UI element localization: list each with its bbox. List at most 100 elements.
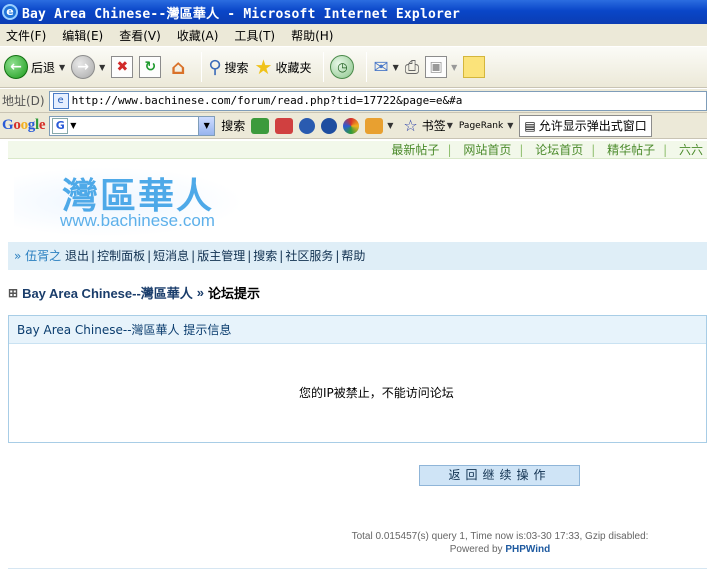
globe-icon[interactable]: [299, 117, 316, 134]
home-button[interactable]: ⌂: [167, 51, 189, 83]
address-url[interactable]: http://www.bachinese.com/forum/read.php?…: [72, 94, 463, 107]
autofill-icon[interactable]: [365, 117, 384, 134]
print-button[interactable]: ⎙: [405, 51, 419, 83]
photo-icon[interactable]: [275, 117, 294, 134]
notice-box: Bay Area Chinese--灣區華人 提示信息 您的IP被禁止，不能访问…: [8, 315, 707, 443]
forward-button[interactable]: → ▼: [71, 51, 105, 83]
popup-window-icon: ▤: [524, 118, 536, 133]
return-button[interactable]: 返回继续操作: [419, 465, 580, 486]
pagerank-label[interactable]: PageRank: [459, 121, 503, 131]
bookmarks-button[interactable]: 书签: [422, 117, 446, 134]
link-latest-posts[interactable]: 最新帖子: [391, 143, 439, 157]
toolbar-separator: [323, 52, 325, 82]
stop-button[interactable]: ✖: [111, 51, 134, 83]
site-logo[interactable]: 灣區華人 www.bachinese.com: [14, 167, 244, 237]
history-button[interactable]: ◷: [330, 51, 355, 83]
earth-icon[interactable]: [321, 117, 338, 134]
home-icon: ⌂: [171, 55, 186, 79]
notice-text: 您的IP被禁止，不能访问论坛: [299, 386, 454, 400]
star-icon: ★: [254, 55, 273, 79]
picasa-icon[interactable]: [343, 117, 360, 134]
ie-logo-icon: e: [2, 4, 18, 20]
page-icon: e: [52, 92, 69, 109]
nav-logout[interactable]: 退出: [65, 249, 89, 263]
powered-by-label: Powered by: [449, 544, 503, 555]
logo-url-text: www.bachinese.com: [60, 211, 215, 230]
breadcrumb-separator: »: [196, 285, 205, 300]
back-dropdown-icon[interactable]: ▼: [59, 63, 65, 72]
mail-button[interactable]: ✉ ▼: [373, 51, 398, 83]
news-icon[interactable]: [251, 117, 270, 134]
edit-dropdown-icon[interactable]: ▼: [451, 63, 457, 72]
search-icon: ⚲: [208, 56, 222, 78]
menu-edit[interactable]: 编辑(E): [62, 27, 103, 44]
nav-control-panel[interactable]: 控制面板: [97, 249, 145, 263]
top-links: 最新帖子 | 网站首页 | 论坛首页 | 精华帖子 | 六六: [8, 141, 707, 159]
user-navbar: » 伍胥之 退出 | 控制面板 | 短消息 | 版主管理 | 搜索 | 社区服务 | 帮助: [8, 242, 707, 270]
pagerank-dropdown-icon[interactable]: ▼: [507, 121, 513, 130]
google-toolbar: Google G ▼ ▼ 搜索 ▼ ☆ 书签 ▼ PageRank ▼ ▤ 允许…: [0, 113, 707, 139]
breadcrumb-current: 论坛提示: [208, 286, 261, 301]
breadcrumb-forum[interactable]: Bay Area Chinese--灣區華人: [22, 283, 193, 302]
google-search-dropdown-icon[interactable]: ▼: [198, 116, 215, 135]
breadcrumb: ⊞ Bay Area Chinese--灣區華人 » 论坛提示: [8, 283, 260, 302]
address-field[interactable]: e http://www.bachinese.com/forum/read.ph…: [48, 90, 707, 111]
window-titlebar: e Bay Area Chinese--灣區華人 - Microsoft Int…: [0, 0, 707, 24]
link-featured-posts[interactable]: 精华帖子: [607, 143, 655, 157]
back-label: 后退: [31, 60, 56, 75]
notice-header: Bay Area Chinese--灣區華人 提示信息: [9, 316, 706, 344]
nav-help[interactable]: 帮助: [341, 249, 365, 263]
history-icon: ◷: [330, 55, 355, 79]
menu-file[interactable]: 文件(F): [6, 27, 46, 44]
more-dropdown-icon[interactable]: ▼: [387, 121, 393, 130]
link-more[interactable]: 六六: [679, 143, 703, 157]
nav-messages[interactable]: 短消息: [153, 249, 189, 263]
footer-powered: Powered by PHPWind: [340, 543, 660, 556]
favorites-button[interactable]: ★ 收藏夹: [255, 51, 312, 83]
forward-dropdown-icon[interactable]: ▼: [99, 63, 105, 72]
edit-button[interactable]: ▣ ▼: [425, 51, 457, 83]
google-g-dropdown-icon[interactable]: ▼: [70, 121, 76, 130]
menu-help[interactable]: 帮助(H): [291, 27, 333, 44]
footer-stats: Total 0.015457(s) query 1, Time now is:0…: [351, 531, 649, 542]
nav-community[interactable]: 社区服务: [285, 249, 333, 263]
mail-dropdown-icon[interactable]: ▼: [393, 63, 399, 72]
google-search-button[interactable]: 搜索: [221, 117, 245, 134]
menu-tools[interactable]: 工具(T): [234, 27, 275, 44]
forum-tree-icon: ⊞: [8, 285, 19, 300]
popup-blocker-button[interactable]: ▤ 允许显示弹出式窗口: [519, 114, 652, 137]
back-arrow-icon: ←: [4, 55, 28, 79]
nav-search[interactable]: 搜索: [253, 249, 277, 263]
google-logo[interactable]: Google: [2, 117, 46, 134]
refresh-icon: ↻: [139, 56, 162, 78]
browser-toolbar: ← 后退 ▼ → ▼ ✖ ↻ ⌂ ⚲ 搜索 ★ 收藏夹 ◷ ✉ ▼ ⎙ ▣ ▼: [0, 46, 707, 88]
menu-bar: 文件(F) 编辑(E) 查看(V) 收藏(A) 工具(T) 帮助(H): [0, 24, 707, 46]
nav-username[interactable]: 伍胥之: [25, 249, 61, 263]
print-icon: ⎙: [404, 56, 420, 78]
favorites-label: 收藏夹: [275, 60, 312, 75]
google-search-input[interactable]: G ▼ ▼: [49, 115, 216, 136]
bookmarks-dropdown-icon[interactable]: ▼: [447, 121, 453, 130]
address-bar: 地址(D) e http://www.bachinese.com/forum/r…: [0, 89, 707, 113]
menu-favorites[interactable]: 收藏(A): [177, 27, 219, 44]
nav-prefix: »: [14, 249, 22, 263]
google-g-icon[interactable]: G: [52, 117, 69, 134]
bookmark-star-icon[interactable]: ☆: [403, 116, 417, 135]
link-site-home[interactable]: 网站首页: [463, 143, 511, 157]
menu-view[interactable]: 查看(V): [119, 27, 161, 44]
refresh-button[interactable]: ↻: [139, 51, 162, 83]
window-title: Bay Area Chinese--灣區華人 - Microsoft Inter…: [22, 6, 461, 22]
mail-icon: ✉: [373, 56, 389, 78]
note-icon: [463, 56, 486, 78]
address-label: 地址(D): [2, 94, 45, 108]
edit-icon: ▣: [425, 56, 448, 78]
footer: Total 0.015457(s) query 1, Time now is:0…: [340, 530, 660, 556]
stop-icon: ✖: [111, 56, 134, 78]
link-forum-home[interactable]: 论坛首页: [535, 143, 583, 157]
footer-divider: [8, 568, 707, 569]
note-button[interactable]: [463, 51, 486, 83]
phpwind-link[interactable]: PHPWind: [505, 544, 550, 555]
back-button[interactable]: ← 后退 ▼: [4, 51, 65, 83]
search-button[interactable]: ⚲ 搜索: [208, 51, 248, 83]
nav-moderator[interactable]: 版主管理: [197, 249, 245, 263]
